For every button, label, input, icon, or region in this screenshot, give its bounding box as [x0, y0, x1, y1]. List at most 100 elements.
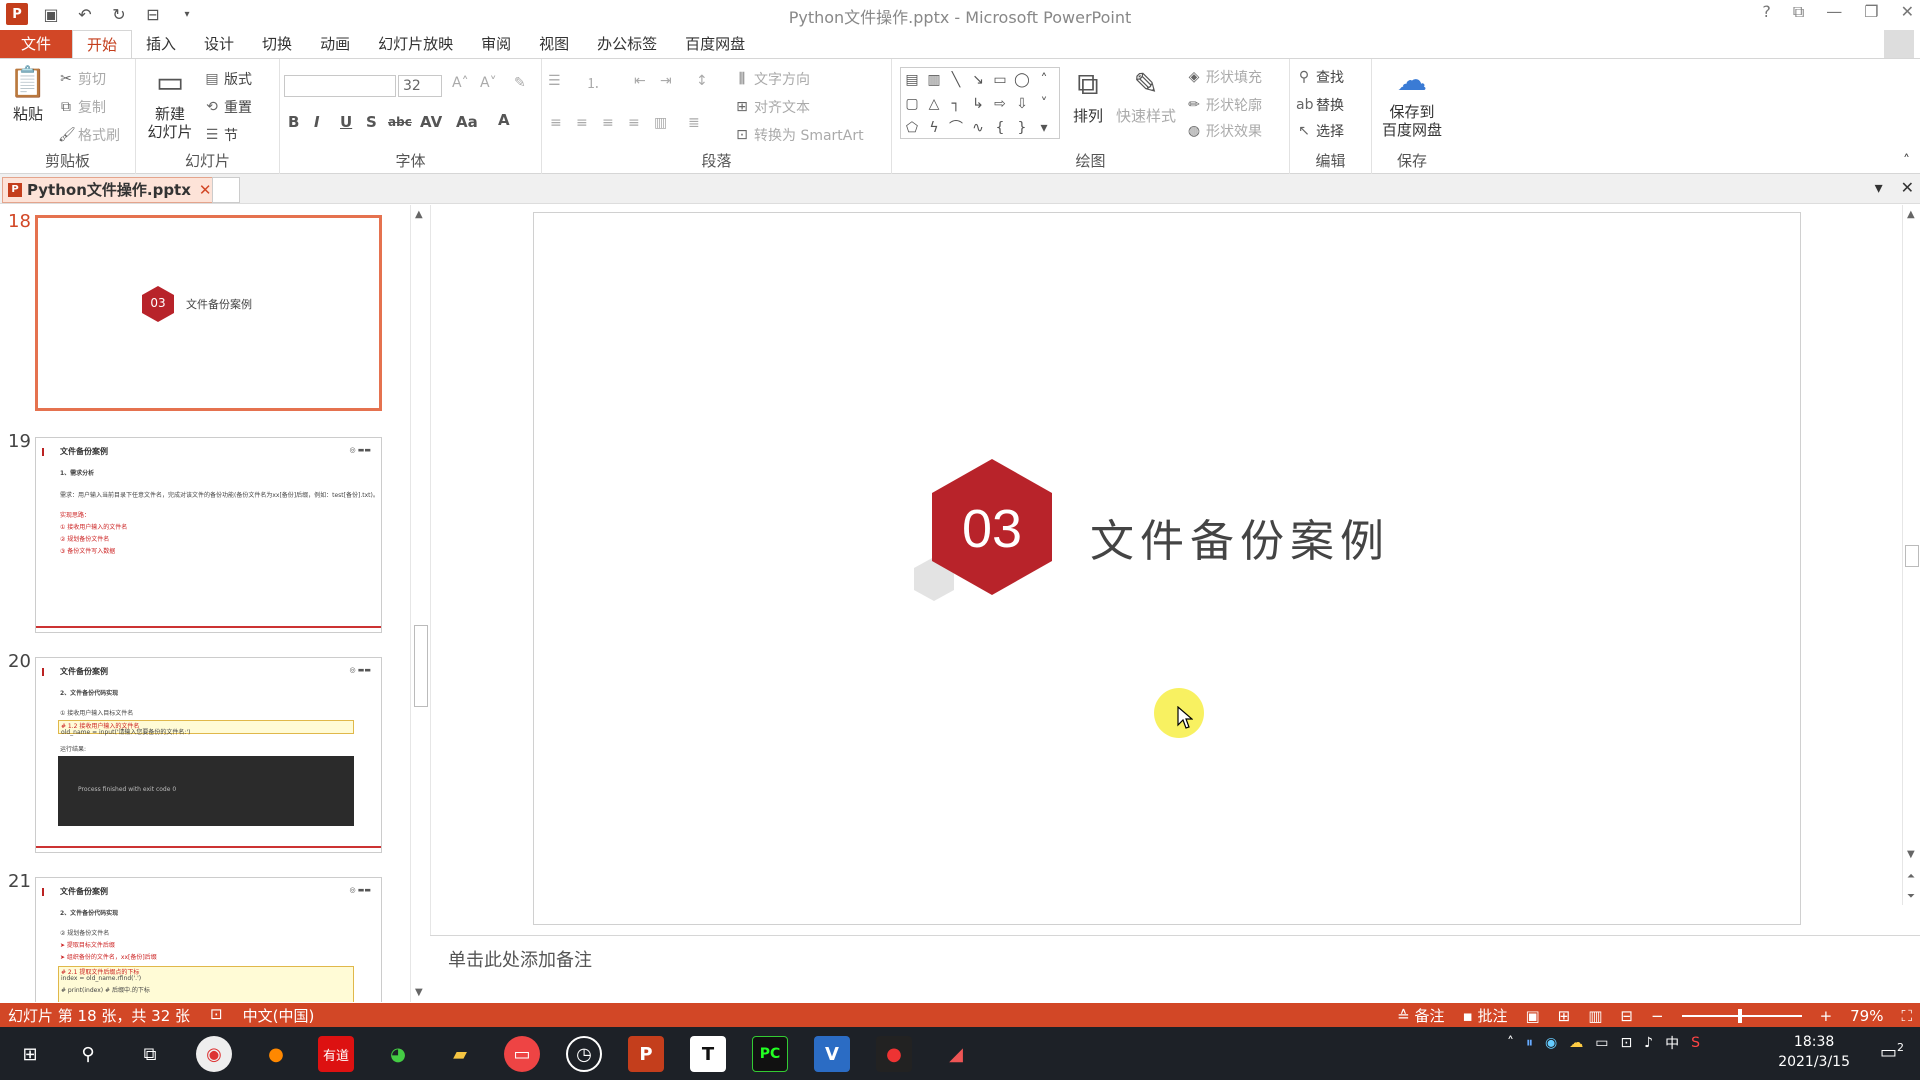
font-size-input[interactable]: 32	[398, 75, 442, 97]
slide-thumbnail-21[interactable]: 文件备份案例 ◎ ▬▬ 2、文件备份代码实现 ② 规划备份文件名 ➤ 提取目标文…	[35, 877, 382, 1002]
increase-indent-button[interactable]: ⇥	[660, 73, 672, 89]
scroll-down-arrow-icon[interactable]: ▼	[1907, 849, 1915, 860]
strikethrough-button[interactable]: abc	[388, 115, 412, 129]
tab-baidu-netdisk[interactable]: 百度网盘	[671, 30, 759, 58]
current-slide[interactable]: 03 文件备份案例	[533, 212, 1801, 925]
pycharm-icon[interactable]: PC	[752, 1036, 788, 1072]
scroll-up-arrow-icon[interactable]: ▲	[1907, 209, 1915, 220]
quick-styles-button[interactable]: ✎ 快速样式	[1114, 67, 1178, 125]
normal-view-icon[interactable]: ▣	[1525, 1007, 1539, 1025]
columns-button[interactable]: ▥	[654, 115, 667, 131]
tab-animations[interactable]: 动画	[306, 30, 364, 58]
chrome-icon[interactable]: ◉	[196, 1036, 232, 1072]
save-to-baidu-button[interactable]: ☁ 保存到 百度网盘	[1380, 63, 1444, 139]
scroll-down-arrow-icon[interactable]: ▼	[415, 987, 423, 998]
camera-icon[interactable]: ●	[876, 1036, 912, 1072]
tab-home[interactable]: 开始	[72, 30, 133, 58]
slide-thumbnail-18[interactable]: 03 文件备份案例	[35, 215, 382, 411]
slide-title[interactable]: 文件备份案例	[1090, 505, 1390, 569]
copy-button[interactable]: ⧉ 复制	[58, 97, 106, 117]
align-text-button[interactable]: ⊞ 对齐文本	[734, 97, 810, 117]
shapes-gallery[interactable]: ▤ ▥ ╲ ↘ ▭ ◯ ˄ ▢ △ ┐ ↳ ⇨ ⇩ ˅ ⬠ ϟ ⌒ ∿{} ▾	[900, 67, 1060, 139]
scroll-up-arrow-icon[interactable]: ▲	[415, 209, 423, 220]
firefox-icon[interactable]: ●	[258, 1036, 294, 1072]
find-button[interactable]: ⚲ 查找	[1296, 67, 1344, 87]
section-button[interactable]: ☰ 节	[204, 125, 238, 145]
align-left-button[interactable]: ≡	[550, 115, 562, 131]
shape-outline-button[interactable]: ✏ 形状轮廓	[1186, 95, 1262, 115]
network-icon[interactable]: ⊡	[1620, 1035, 1632, 1051]
scrollbar-thumb[interactable]	[414, 625, 428, 707]
file-explorer-icon[interactable]: ▰	[442, 1036, 478, 1072]
next-slide-icon[interactable]: ⏷	[1907, 891, 1915, 902]
tab-office-tabs[interactable]: 办公标签	[583, 30, 671, 58]
shape-fill-button[interactable]: ◈ 形状填充	[1186, 67, 1262, 87]
textbox-shape-icon[interactable]: ▤	[901, 68, 923, 92]
slideshow-view-icon[interactable]: ⊟	[1620, 1007, 1633, 1025]
slide-scrollbar-thumb[interactable]	[1905, 545, 1919, 567]
scroll-down-icon[interactable]: ˅	[1033, 92, 1055, 116]
slide-badge-number[interactable]: 03	[932, 498, 1052, 560]
arrange-button[interactable]: ⧉ 排列	[1068, 67, 1108, 125]
shape-effects-button[interactable]: ◍ 形状效果	[1186, 121, 1262, 141]
notes-pane[interactable]: 单击此处添加备注	[430, 935, 1920, 1003]
clear-format-button[interactable]: ✎	[514, 75, 526, 91]
oval-shape-icon[interactable]: ◯	[1011, 68, 1033, 92]
rounded-rect-shape-icon[interactable]: ▢	[901, 92, 923, 116]
paste-button[interactable]: 📋 粘贴	[6, 65, 50, 123]
help-icon[interactable]: ?	[1762, 2, 1771, 22]
layout-button[interactable]: ▤ 版式	[204, 69, 252, 89]
right-arrow-shape-icon[interactable]: ⇨	[989, 92, 1011, 116]
numbering-button[interactable]: ⒈	[586, 73, 600, 93]
triangle-shape-icon[interactable]: △	[923, 92, 945, 116]
bold-button[interactable]: B	[288, 113, 299, 131]
tab-slideshow[interactable]: 幻灯片放映	[364, 30, 467, 58]
tab-design[interactable]: 设计	[190, 30, 248, 58]
curve-shape-icon[interactable]: ∿	[967, 116, 989, 140]
slide-thumbnail-19[interactable]: 文件备份案例 ◎ ▬▬ 1、需求分析 需求：用户输入当前目录下任意文件名，完成对…	[35, 437, 382, 633]
elbow-arrow-icon[interactable]: ↳	[967, 92, 989, 116]
language-status[interactable]: 中文(中国)	[243, 1005, 315, 1026]
tab-review[interactable]: 审阅	[467, 30, 525, 58]
right-brace-shape-icon[interactable]: }	[1011, 116, 1033, 140]
system-clock[interactable]: 18:38 2021/3/15	[1778, 1032, 1850, 1072]
close-document-icon[interactable]: ✕	[1901, 178, 1914, 197]
previous-slide-icon[interactable]: ⏶	[1907, 871, 1915, 882]
smartart-button[interactable]: ⊡ 转换为 SmartArt	[734, 125, 864, 145]
search-icon[interactable]: ⚲	[70, 1036, 106, 1072]
new-slide-button[interactable]: ▭ 新建 幻灯片	[142, 65, 198, 141]
thumbnails-scrollbar[interactable]: ▲ ▼	[410, 205, 430, 1002]
notes-placeholder[interactable]: 单击此处添加备注	[448, 946, 592, 972]
cloud-tray-icon[interactable]: ☁	[1569, 1035, 1583, 1051]
bullets-button[interactable]: ☰	[548, 73, 561, 89]
sogou-ime-icon[interactable]: S	[1691, 1035, 1700, 1051]
arrow-line-shape-icon[interactable]: ↘	[967, 68, 989, 92]
grow-font-button[interactable]: A˄	[452, 75, 469, 91]
left-brace-shape-icon[interactable]: {	[989, 116, 1011, 140]
tab-file[interactable]: 文件	[0, 30, 72, 58]
font-color-button[interactable]: A	[498, 111, 510, 129]
shrink-font-button[interactable]: A˅	[480, 75, 497, 91]
reset-button[interactable]: ⟲ 重置	[204, 97, 252, 117]
clock-app-icon[interactable]: ◷	[566, 1036, 602, 1072]
pause-icon[interactable]: ⏸	[1526, 1035, 1533, 1051]
align-vertical-button[interactable]: ≣	[688, 115, 700, 131]
font-name-input[interactable]	[284, 75, 396, 97]
format-painter-button[interactable]: 🖌 格式刷	[58, 125, 120, 145]
underline-button[interactable]: U	[340, 113, 352, 131]
close-icon[interactable]: ✕	[1901, 2, 1914, 22]
vertical-textbox-shape-icon[interactable]: ▥	[923, 68, 945, 92]
show-hidden-icons-icon[interactable]: ˄	[1507, 1035, 1514, 1051]
align-right-button[interactable]: ≡	[602, 115, 614, 131]
more-shapes-icon[interactable]: ▾	[1033, 116, 1055, 140]
tab-transitions[interactable]: 切换	[248, 30, 306, 58]
change-case-button[interactable]: Aa	[456, 113, 478, 131]
slide-thumbnail-20[interactable]: 文件备份案例 ◎ ▬▬ 2、文件备份代码实现 ① 接收用户输入目标文件名 # 1…	[35, 657, 382, 853]
collapse-ribbon-icon[interactable]: ˄	[1903, 153, 1910, 169]
zoom-in-icon[interactable]: +	[1820, 1007, 1833, 1025]
account-avatar[interactable]	[1884, 30, 1914, 58]
line-shape-icon[interactable]: ╲	[945, 68, 967, 92]
tab-list-icon[interactable]: ▾	[1875, 178, 1883, 197]
new-tab-button[interactable]	[212, 177, 240, 203]
visio-icon[interactable]: V	[814, 1036, 850, 1072]
